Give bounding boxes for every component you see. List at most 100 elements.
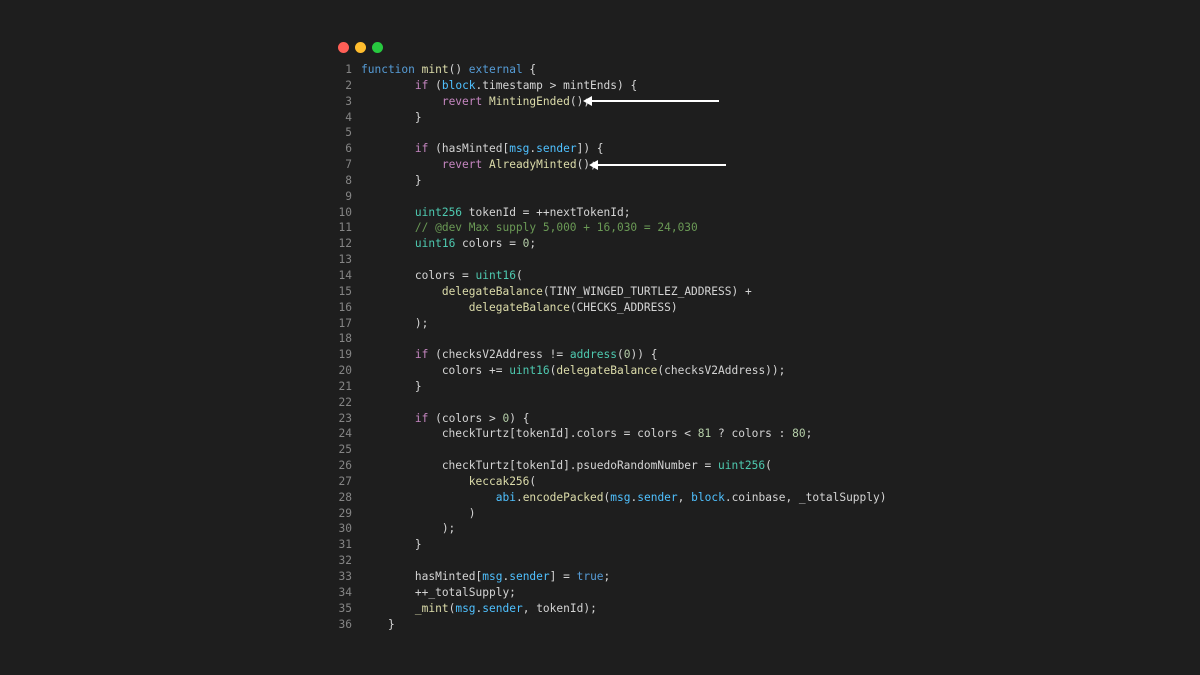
code-token: .coinbase, _totalSupply): [724, 490, 887, 504]
close-button[interactable]: [338, 42, 349, 53]
code-line: 27 keccak256(: [330, 474, 886, 490]
line-number: 36: [338, 617, 352, 631]
code-token: block: [691, 490, 725, 504]
arrow-shaft: [589, 100, 719, 102]
code-token: ;: [805, 427, 813, 441]
line-number: 16: [338, 300, 352, 314]
line-number: 19: [338, 348, 352, 362]
code-token: msg: [509, 142, 530, 156]
code-line: 34 ++_totalSupply;: [330, 585, 886, 601]
code-line: 33 hasMinted[msg.sender] = true;: [330, 569, 886, 585]
code-line: 36 }: [330, 617, 886, 633]
code-text: }: [361, 617, 395, 633]
code-token: true: [576, 570, 604, 583]
code-token: _mint: [414, 601, 449, 615]
line-number: 30: [338, 522, 352, 536]
code-token: }: [361, 538, 422, 552]
line-number: 14: [338, 268, 352, 282]
code-text: hasMinted[msg.sender] = true;: [361, 569, 610, 585]
line-number: 8: [345, 173, 352, 187]
code-line: 6 if (hasMinted[msg.sender]) {: [330, 141, 886, 157]
code-token: (: [765, 459, 772, 473]
line-number: 2: [345, 78, 352, 92]
code-line: 2 if (block.timestamp > mintEnds) {: [330, 78, 886, 94]
line-number: 35: [338, 601, 352, 615]
code-token: revert: [441, 94, 483, 108]
code-token: sender: [482, 601, 523, 615]
code-token: mint: [421, 63, 449, 76]
code-token: ] =: [549, 570, 577, 583]
code-line: 28 abi.encodePacked(msg.sender, block.co…: [330, 490, 887, 506]
code-text: }: [361, 110, 422, 126]
line-number: 15: [338, 284, 352, 298]
line-number: 29: [338, 506, 352, 520]
code-line: 26 checkTurtz[tokenId].psuedoRandomNumbe…: [330, 458, 886, 474]
code-line: 24 checkTurtz[tokenId].colors = colors <…: [330, 426, 886, 442]
code-token: .timestamp > mintEnds) {: [475, 78, 638, 92]
code-token: if: [414, 411, 429, 425]
code-token: uint256: [414, 205, 463, 219]
code-text: }: [361, 537, 422, 553]
code-text: if (colors > 0) {: [361, 411, 530, 427]
code-line: 11 // @dev Max supply 5,000 + 16,030 = 2…: [330, 220, 886, 236]
code-text: delegateBalance(TINY_WINGED_TURTLEZ_ADDR…: [361, 284, 752, 300]
code-token: msg: [610, 490, 631, 504]
code-text: colors += uint16(delegateBalance(checksV…: [361, 363, 786, 379]
code-text: if (hasMinted[msg.sender]) {: [361, 141, 604, 157]
code-token: revert: [441, 158, 483, 172]
code-text: }: [361, 173, 422, 189]
maximize-button[interactable]: [372, 42, 383, 53]
arrow-left-icon: [589, 160, 726, 170]
code-token: keccak256: [468, 474, 530, 488]
code-line: 31 }: [330, 537, 886, 553]
code-token: ++_totalSupply;: [361, 585, 516, 599]
code-text: checkTurtz[tokenId].colors = colors < 81…: [361, 426, 813, 442]
code-text: if (checksV2Address != address(0)) {: [361, 347, 658, 363]
code-token: address: [569, 348, 617, 362]
line-number: 9: [345, 189, 352, 203]
code-token: // @dev Max supply 5,000 + 16,030 = 24,0…: [414, 221, 698, 235]
code-token: ? colors :: [711, 427, 793, 441]
code-text: );: [361, 316, 428, 332]
minimize-button[interactable]: [355, 42, 366, 53]
code-line: 20 colors += uint16(delegateBalance(chec…: [330, 363, 886, 379]
code-token: (: [529, 474, 537, 488]
code-text: ++_totalSupply;: [361, 585, 516, 601]
code-token: delegateBalance: [468, 300, 570, 314]
code-token: if: [414, 348, 429, 362]
code-token: sender: [637, 490, 678, 504]
code-token: (checksV2Address));: [657, 364, 786, 378]
line-number: 6: [345, 142, 352, 156]
code-line: 15 delegateBalance(TINY_WINGED_TURTLEZ_A…: [330, 284, 886, 300]
line-number: 18: [338, 332, 352, 346]
code-token: }: [361, 617, 395, 631]
line-number: 21: [338, 379, 352, 393]
code-token: block: [441, 78, 476, 92]
code-token: ,: [677, 490, 692, 504]
line-number: 24: [338, 427, 352, 441]
line-number: 11: [338, 221, 352, 235]
code-token: uint16: [475, 268, 516, 282]
code-token: ;: [529, 237, 537, 251]
code-token: external: [468, 63, 523, 76]
code-token: encodePacked: [522, 490, 604, 504]
code-token: delegateBalance: [441, 284, 543, 298]
code-editor: 1 function mint() external {2 if (block.t…: [330, 62, 887, 633]
code-token: sender: [536, 142, 577, 156]
code-token: }: [361, 173, 422, 187]
code-token: 81: [697, 427, 712, 441]
code-token: uint256: [717, 459, 766, 473]
code-token: )) {: [630, 348, 658, 362]
code-token: hasMinted[: [361, 570, 483, 583]
code-text: );: [361, 521, 455, 537]
code-token: tokenId = ++nextTokenId;: [462, 205, 631, 219]
code-line: 29 ): [330, 506, 886, 522]
